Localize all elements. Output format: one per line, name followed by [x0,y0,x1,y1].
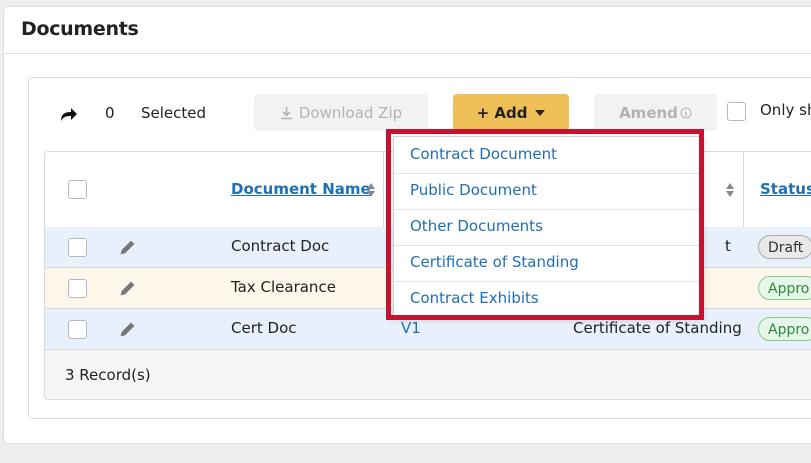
selected-count: 0 [105,104,115,122]
amend-label: Amend [619,103,678,122]
status-badge: Draft [758,235,811,259]
only-show-checkbox[interactable] [727,102,746,121]
edit-pencil-icon[interactable] [119,320,137,338]
share-arrow-icon[interactable] [58,104,78,124]
edit-pencil-icon[interactable] [119,279,137,297]
document-type: t [725,237,731,255]
sort-icon[interactable] [366,182,376,198]
only-show-label: Only sh [760,101,811,119]
select-all-checkbox[interactable] [68,180,87,199]
document-name: Tax Clearance [231,278,336,296]
page-title: Documents [21,18,139,40]
add-label: + Add [476,103,528,122]
document-name: Contract Doc [231,237,330,255]
edit-pencil-icon[interactable] [119,238,137,256]
download-icon [280,106,292,119]
download-zip-button[interactable]: Download Zip [254,94,428,131]
row-checkbox[interactable] [68,279,87,298]
download-zip-label: Download Zip [298,103,403,122]
caret-down-icon [535,109,546,116]
row-checkbox[interactable] [68,320,87,339]
record-count: 3 Record(s) [65,366,151,384]
version-link[interactable]: V1 [401,319,421,337]
sort-icon[interactable] [725,182,735,198]
status-header[interactable]: Status [760,180,811,198]
column-divider [383,152,384,227]
document-name-header[interactable]: Document Name [231,180,371,198]
add-button[interactable]: + Add [453,94,569,131]
document-type: Certificate of Standing [573,319,742,337]
column-divider [743,152,744,227]
info-icon [680,107,692,118]
row-checkbox[interactable] [68,238,87,257]
selected-label: Selected [141,104,207,122]
card-header: Documents [4,7,811,54]
document-name: Cert Doc [231,319,297,337]
amend-button[interactable]: Amend [594,94,717,131]
status-badge: Appro [758,317,811,341]
highlight-box [386,129,704,320]
table-footer: 3 Record(s) [45,350,811,399]
status-badge: Appro [758,276,811,300]
